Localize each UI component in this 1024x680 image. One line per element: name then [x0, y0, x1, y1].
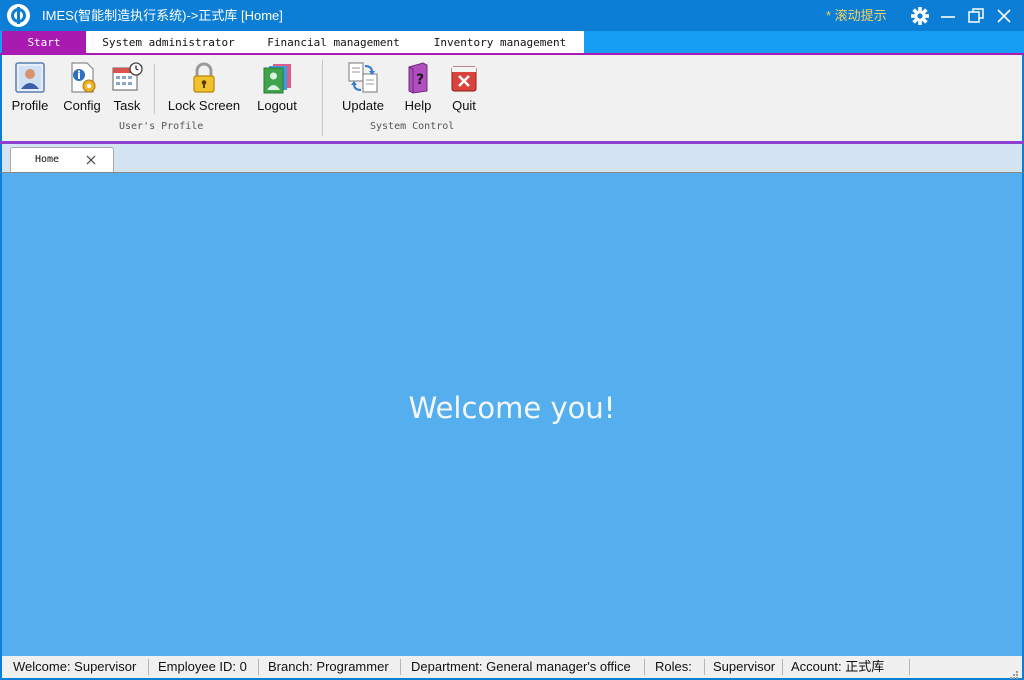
restore-icon — [968, 8, 984, 23]
document-tab-strip: Home — [0, 144, 1024, 173]
app-logo-icon — [7, 4, 30, 27]
minimize-button[interactable] — [936, 4, 960, 28]
scroll-hint-link[interactable]: * 滚动提示 — [826, 8, 887, 23]
tab-home[interactable]: Home — [10, 147, 114, 173]
settings-button[interactable] — [908, 4, 932, 28]
ribbon-separator — [154, 64, 155, 114]
quit-button[interactable]: Quit — [446, 61, 482, 115]
lock-screen-label: Lock Screen — [167, 98, 241, 113]
profile-icon — [15, 62, 45, 93]
minimize-icon — [941, 16, 955, 18]
logout-label: Logout — [257, 98, 297, 113]
profile-label: Profile — [11, 98, 49, 113]
status-separator — [148, 659, 149, 675]
status-separator — [644, 659, 645, 675]
help-icon: ? — [408, 62, 428, 94]
main-content: Welcome you! — [0, 172, 1024, 656]
status-branch: Branch: Programmer — [268, 659, 389, 674]
logout-button[interactable]: Logout — [252, 61, 302, 115]
tab-home-label: Home — [35, 154, 60, 165]
help-label: Help — [404, 98, 432, 113]
close-icon — [86, 155, 96, 165]
status-separator — [909, 659, 910, 675]
logout-icon — [263, 64, 291, 94]
task-button[interactable]: Task — [106, 61, 148, 115]
quit-label: Quit — [452, 98, 476, 113]
quit-icon — [451, 66, 477, 92]
status-separator — [704, 659, 705, 675]
config-button[interactable]: Config — [60, 61, 104, 115]
group-label-users-profile: User's Profile — [119, 121, 204, 132]
status-account: Account: 正式库 — [791, 659, 885, 674]
gear-icon — [911, 7, 929, 25]
status-department: Department: General manager's office — [411, 659, 631, 674]
status-welcome: Welcome: Supervisor — [13, 659, 137, 674]
close-window-button[interactable] — [992, 4, 1016, 28]
lock-screen-button[interactable]: Lock Screen — [166, 61, 242, 115]
config-icon — [71, 62, 96, 93]
task-label: Task — [113, 98, 141, 113]
svg-text:?: ? — [416, 72, 424, 88]
config-label: Config — [63, 98, 101, 113]
lock-icon — [193, 62, 215, 93]
status-separator — [782, 659, 783, 675]
resize-grip-icon[interactable] — [1008, 666, 1018, 679]
task-icon — [112, 62, 143, 91]
menu-tab-inventory-management[interactable]: Inventory management — [416, 31, 584, 55]
status-roles-label: Roles: — [655, 659, 692, 674]
status-bar: Welcome: Supervisor Employee ID: 0 Branc… — [0, 656, 1024, 680]
update-icon — [348, 62, 378, 93]
ribbon-group-separator — [322, 60, 323, 136]
window-title: IMES(智能制造执行系统)->正式库 [Home] — [42, 8, 283, 23]
menu-tab-start[interactable]: Start — [2, 31, 86, 55]
group-label-system-control: System Control — [370, 121, 455, 132]
menu-tab-system-administrator[interactable]: System administrator — [86, 31, 251, 55]
update-button[interactable]: Update — [338, 61, 388, 115]
menu-tab-financial-management[interactable]: Financial management — [251, 31, 416, 55]
status-employee-id: Employee ID: 0 — [158, 659, 247, 674]
update-label: Update — [342, 98, 384, 113]
menu-bar: Start System administrator Financial man… — [0, 31, 1024, 55]
title-bar: IMES(智能制造执行系统)->正式库 [Home] * 滚动提示 — [0, 0, 1024, 31]
help-button[interactable]: ? Help — [400, 61, 436, 115]
status-roles-value: Supervisor — [713, 659, 776, 674]
welcome-message: Welcome you! — [408, 391, 616, 425]
close-icon — [997, 9, 1011, 23]
status-separator — [258, 659, 259, 675]
tab-close-button[interactable] — [83, 152, 99, 168]
profile-button[interactable]: Profile — [8, 61, 52, 115]
restore-button[interactable] — [964, 4, 988, 28]
status-separator — [400, 659, 401, 675]
